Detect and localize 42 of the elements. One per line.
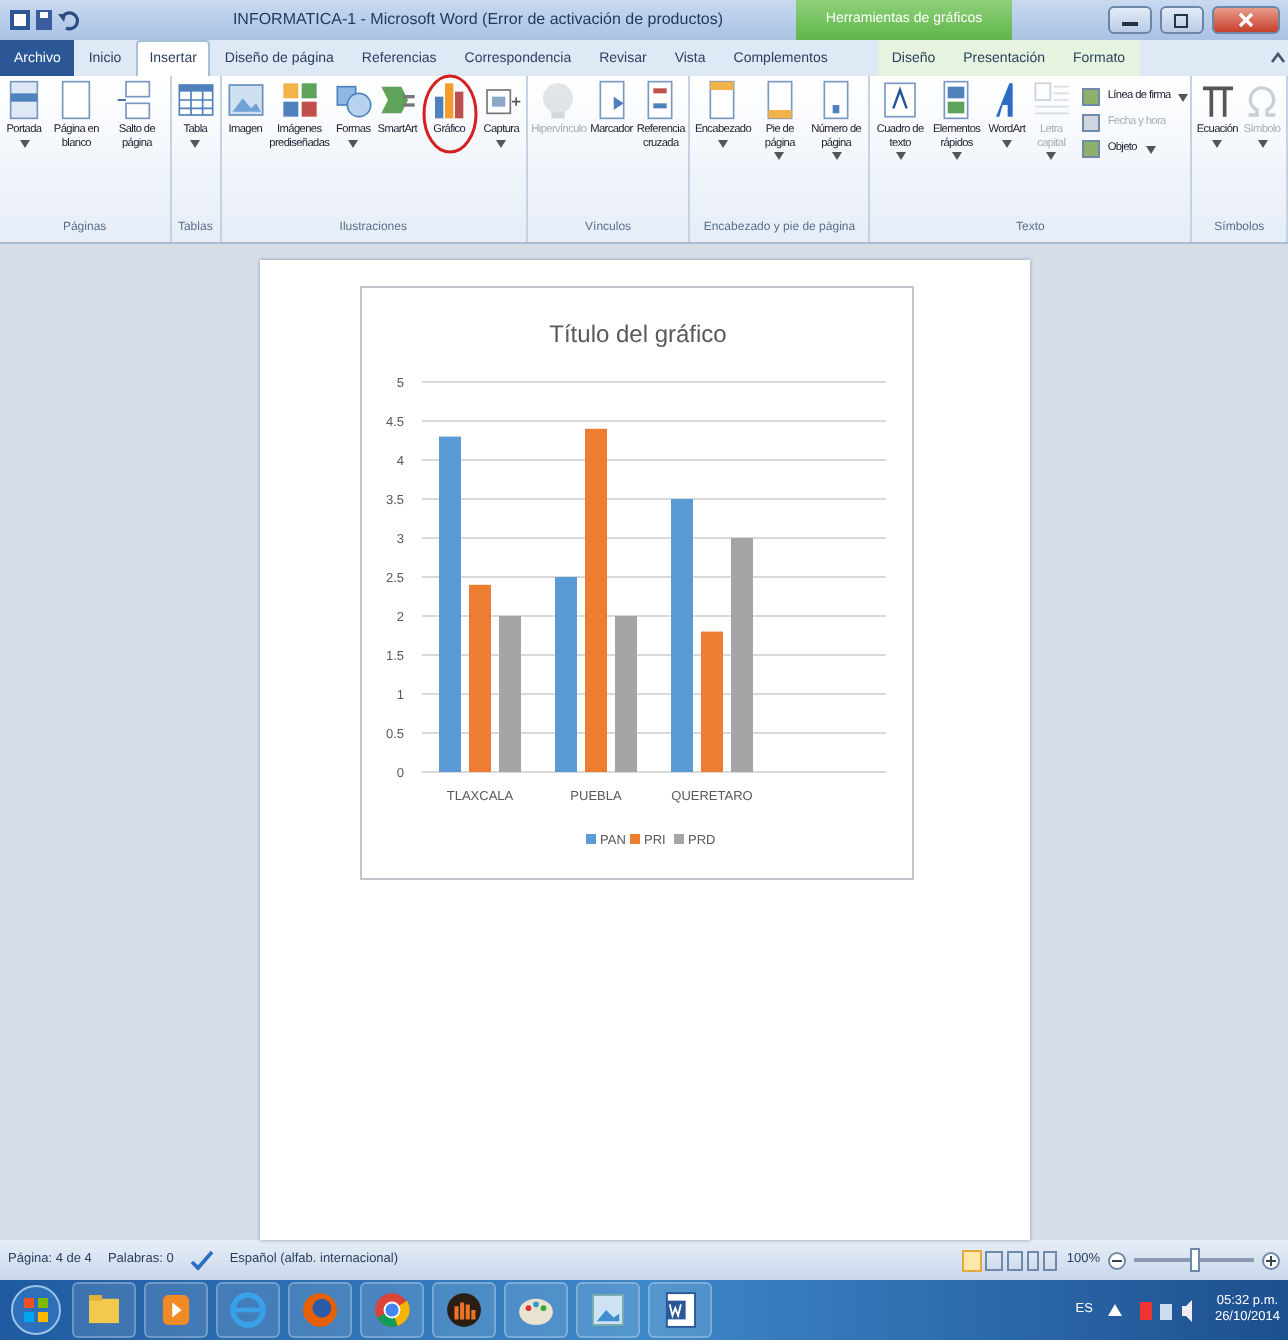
bar[interactable] <box>468 584 490 772</box>
bar[interactable] <box>730 538 752 772</box>
bar[interactable] <box>670 499 692 772</box>
image-icon <box>225 80 266 120</box>
square-icon <box>1081 88 1100 106</box>
tray-expand-icon[interactable] <box>1108 1304 1123 1316</box>
bar[interactable] <box>554 577 576 772</box>
start-button[interactable] <box>8 1282 64 1338</box>
bar[interactable] <box>584 428 606 772</box>
square-icon <box>1081 140 1100 158</box>
close-button[interactable] <box>1212 6 1280 34</box>
bar[interactable] <box>614 616 636 772</box>
drop-cap-icon <box>1031 80 1072 120</box>
proofing-icon[interactable] <box>189 1248 214 1272</box>
bar[interactable] <box>498 616 520 772</box>
zoom-out-icon[interactable] <box>1108 1251 1126 1269</box>
legend-swatch <box>673 834 683 844</box>
globe-icon <box>538 80 579 120</box>
zoom-in-icon[interactable] <box>1262 1251 1280 1269</box>
table-icon <box>175 80 216 120</box>
chart-title: Título del gráfico <box>548 320 726 348</box>
shapes-icon <box>333 80 374 120</box>
undo-icon[interactable] <box>56 8 80 32</box>
square-icon <box>1081 114 1100 132</box>
clip-art-icon <box>279 80 320 120</box>
view-buttons-drawing[interactable] <box>962 1249 1059 1271</box>
media-player-icon[interactable] <box>144 1282 208 1338</box>
legend-swatch <box>629 834 639 844</box>
bar[interactable] <box>438 436 460 772</box>
close-icon[interactable] <box>1238 11 1254 28</box>
text-box-icon <box>880 80 921 120</box>
legend-swatch <box>585 834 595 844</box>
restore-icon[interactable] <box>1174 11 1190 28</box>
collapse-ribbon-icon[interactable] <box>1268 48 1288 68</box>
window-title: INFORMATICA-1 - Microsoft Word (Error de activación de productos) <box>230 8 726 32</box>
folder-icon[interactable] <box>72 1282 136 1338</box>
cover-page-icon <box>4 80 44 120</box>
save-icon[interactable] <box>32 8 56 32</box>
bar[interactable] <box>700 631 722 772</box>
restore-button[interactable] <box>1160 6 1204 34</box>
minimize-button[interactable] <box>1108 6 1152 34</box>
zoom-slider-thumb[interactable] <box>1189 1248 1199 1272</box>
